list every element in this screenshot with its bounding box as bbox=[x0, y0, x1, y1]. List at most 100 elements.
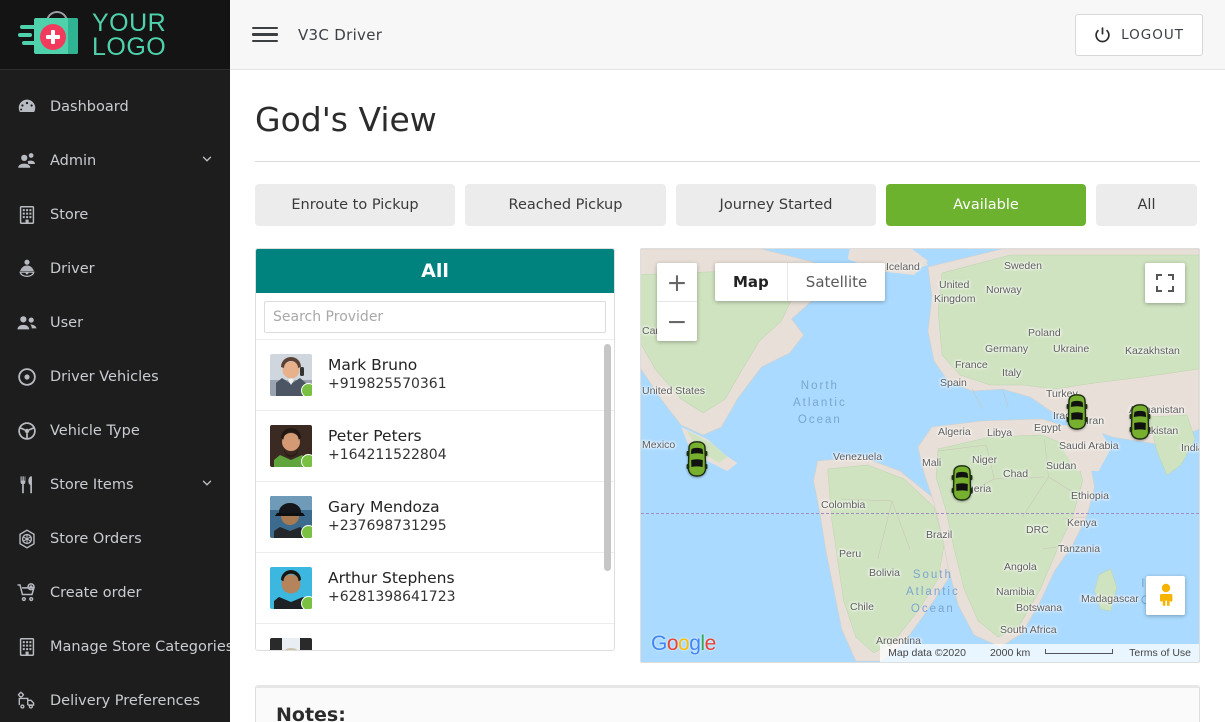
chevron-down-icon[interactable] bbox=[200, 476, 214, 494]
map-label-venezuela: Venezuela bbox=[833, 451, 882, 463]
sidebar-item-store-items[interactable]: Store Items bbox=[0, 458, 230, 512]
map-type-map-button[interactable]: Map bbox=[715, 263, 788, 301]
target-circle-icon bbox=[16, 366, 50, 388]
sidebar-item-admin[interactable]: Admin bbox=[0, 134, 230, 188]
search-provider-input[interactable] bbox=[264, 301, 606, 333]
avatar bbox=[270, 354, 312, 396]
map-type-switcher: Map Satellite bbox=[715, 263, 885, 301]
sidebar-item-label: Driver bbox=[50, 261, 214, 277]
sidebar-item-delivery-preferences[interactable]: Delivery Preferences bbox=[0, 674, 230, 722]
map-type-satellite-button[interactable]: Satellite bbox=[788, 263, 885, 301]
tab-journey-started[interactable]: Journey Started bbox=[676, 184, 876, 226]
marker-caribbean[interactable] bbox=[686, 441, 708, 477]
sidebar-item-store-orders[interactable]: Store Orders bbox=[0, 512, 230, 566]
terms-of-use-link[interactable]: Terms of Use bbox=[1121, 647, 1199, 659]
provider-list-scrollbar[interactable] bbox=[604, 344, 611, 571]
steering-wheel-icon bbox=[16, 420, 50, 442]
map-scale-bar bbox=[1045, 649, 1113, 654]
sidebar-item-label: Vehicle Type bbox=[50, 423, 214, 439]
avatar bbox=[270, 567, 312, 609]
map-zoom-controls: + − bbox=[657, 263, 697, 341]
map-label-iran: Iran bbox=[1086, 415, 1104, 427]
chevron-down-icon[interactable] bbox=[200, 152, 214, 170]
sidebar-item-user[interactable]: User bbox=[0, 296, 230, 350]
tab-available[interactable]: Available bbox=[886, 184, 1086, 226]
status-badge-online bbox=[301, 596, 312, 609]
map-label-kazakhstan: Kazakhstan bbox=[1125, 345, 1180, 357]
status-badge-online bbox=[301, 454, 312, 467]
sidebar-item-label: Driver Vehicles bbox=[50, 369, 214, 385]
provider-name: Peter Peters bbox=[328, 427, 447, 446]
provider-phone: +6281398641723 bbox=[328, 588, 456, 607]
tab-reached-pickup[interactable]: Reached Pickup bbox=[465, 184, 666, 226]
map-label-tanzania: Tanzania bbox=[1058, 543, 1100, 555]
provider-list-item[interactable]: Mark Bruno bbox=[256, 624, 614, 651]
provider-list-item[interactable]: Gary Mendoza+237698731295 bbox=[256, 482, 614, 553]
marker-nigeria[interactable] bbox=[951, 465, 973, 501]
marker-iraq[interactable] bbox=[1066, 394, 1088, 430]
map-data-attribution: Map data ©2020 bbox=[880, 647, 974, 659]
power-icon bbox=[1094, 26, 1111, 43]
truck-gear-icon bbox=[16, 690, 50, 712]
provider-list-item[interactable]: Mark Bruno+919825570361 bbox=[256, 340, 614, 411]
provider-info: Mark Bruno bbox=[328, 650, 417, 652]
sidebar-item-create-order[interactable]: Create order bbox=[0, 566, 230, 620]
sidebar-item-driver-vehicles[interactable]: Driver Vehicles bbox=[0, 350, 230, 404]
map-label-sweden: Sweden bbox=[1004, 260, 1042, 272]
provider-list-item[interactable]: Arthur Stephens+6281398641723 bbox=[256, 553, 614, 624]
provider-list-item[interactable]: Peter Peters+164211522804 bbox=[256, 411, 614, 482]
logo-medical-cross-icon bbox=[40, 24, 66, 50]
map-label-germany: Germany bbox=[985, 343, 1028, 355]
map-label-bolivia: Bolivia bbox=[869, 567, 900, 579]
map-label-madagascar: Madagascar bbox=[1081, 593, 1139, 605]
map-label-chad: Chad bbox=[1003, 468, 1028, 480]
map-label-saudi-arabia: Saudi Arabia bbox=[1059, 440, 1119, 452]
tab-all[interactable]: All bbox=[1096, 184, 1197, 226]
street-view-pegman-icon[interactable] bbox=[1146, 576, 1185, 615]
map-label-south-africa: South Africa bbox=[1000, 624, 1057, 636]
hamburger-icon[interactable] bbox=[252, 23, 278, 47]
map-label-italy: Italy bbox=[1002, 367, 1021, 379]
logo-text-line1: YOUR bbox=[92, 11, 166, 35]
provider-name: Gary Mendoza bbox=[328, 498, 447, 517]
app-logo[interactable]: YOUR LOGO bbox=[0, 0, 230, 70]
tab-label: Journey Started bbox=[720, 197, 833, 213]
sidebar-item-label: Create order bbox=[50, 585, 214, 601]
map-canvas[interactable]: CanadaUnited StatesMexicoVenezuelaColomb… bbox=[641, 249, 1199, 662]
map-label-ukraine: Ukraine bbox=[1053, 343, 1089, 355]
map-label-niger: Niger bbox=[972, 454, 997, 466]
sidebar-item-dashboard[interactable]: Dashboard bbox=[0, 80, 230, 134]
notes-title: Notes: bbox=[276, 704, 1179, 722]
gear-polygon-icon bbox=[16, 528, 50, 550]
zoom-out-button[interactable]: − bbox=[657, 302, 697, 341]
map-label-iceland: Iceland bbox=[886, 261, 920, 273]
provider-list[interactable]: Mark Bruno+919825570361Peter Peters+1642… bbox=[256, 339, 614, 651]
logo-text-line2: LOGO bbox=[92, 35, 166, 59]
map-label-peru: Peru bbox=[839, 548, 861, 560]
sidebar-item-store[interactable]: Store bbox=[0, 188, 230, 242]
sidebar-item-label: Admin bbox=[50, 153, 200, 169]
provider-name: Arthur Stephens bbox=[328, 569, 456, 588]
logout-button[interactable]: LOGOUT bbox=[1075, 14, 1203, 56]
map-label-kenya: Kenya bbox=[1067, 517, 1097, 529]
sidebar-item-label: Manage Store Categories bbox=[50, 639, 230, 655]
map-label-namibia: Namibia bbox=[996, 586, 1035, 598]
sidebar-item-driver[interactable]: Driver bbox=[0, 242, 230, 296]
provider-phone: +164211522804 bbox=[328, 446, 447, 465]
panels-row: All Mark Bruno+919825570361Peter Peters+… bbox=[255, 248, 1200, 663]
map-label-united-states: United States bbox=[642, 385, 705, 397]
logo-bag-icon bbox=[18, 11, 84, 59]
marker-pakistan[interactable] bbox=[1129, 404, 1151, 440]
map-label-united: United bbox=[939, 279, 969, 291]
building-icon bbox=[16, 636, 50, 658]
tab-enroute-to-pickup[interactable]: Enroute to Pickup bbox=[255, 184, 455, 226]
map-label-colombia: Colombia bbox=[821, 499, 865, 511]
top-header: V3C Driver LOGOUT bbox=[230, 0, 1225, 70]
sidebar-item-manage-store-categories[interactable]: Manage Store Categories bbox=[0, 620, 230, 674]
map-panel[interactable]: CanadaUnited StatesMexicoVenezuelaColomb… bbox=[640, 248, 1200, 663]
provider-name: Mark Bruno bbox=[328, 356, 447, 375]
avatar bbox=[270, 638, 312, 651]
zoom-in-button[interactable]: + bbox=[657, 263, 697, 302]
sidebar-item-vehicle-type[interactable]: Vehicle Type bbox=[0, 404, 230, 458]
fullscreen-icon[interactable] bbox=[1145, 263, 1185, 303]
